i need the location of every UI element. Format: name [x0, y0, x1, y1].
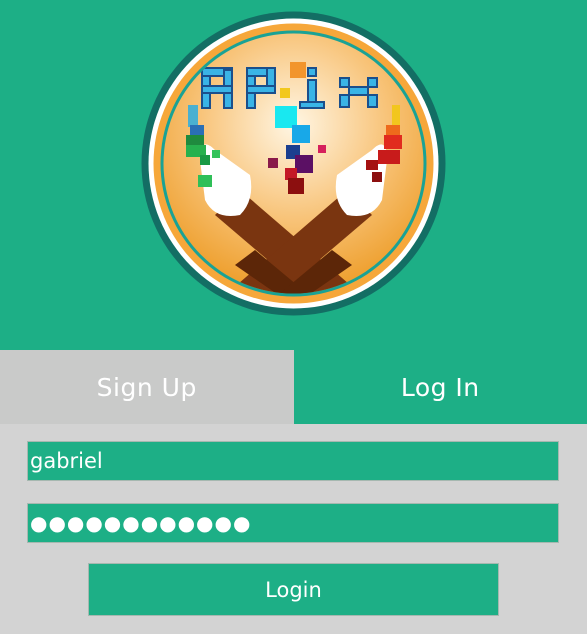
tab-sign-up[interactable]: Sign Up [0, 350, 294, 424]
auth-tabs: Sign Up Log In [0, 350, 587, 424]
apix-logo [141, 11, 446, 316]
login-button[interactable]: Login [88, 563, 499, 616]
login-form: gabriel ●●●●●●●●●●●● Login [0, 424, 587, 634]
header-banner [0, 0, 587, 350]
username-input[interactable]: gabriel [27, 441, 559, 481]
tab-log-in[interactable]: Log In [293, 350, 587, 424]
password-input[interactable]: ●●●●●●●●●●●● [27, 503, 559, 543]
